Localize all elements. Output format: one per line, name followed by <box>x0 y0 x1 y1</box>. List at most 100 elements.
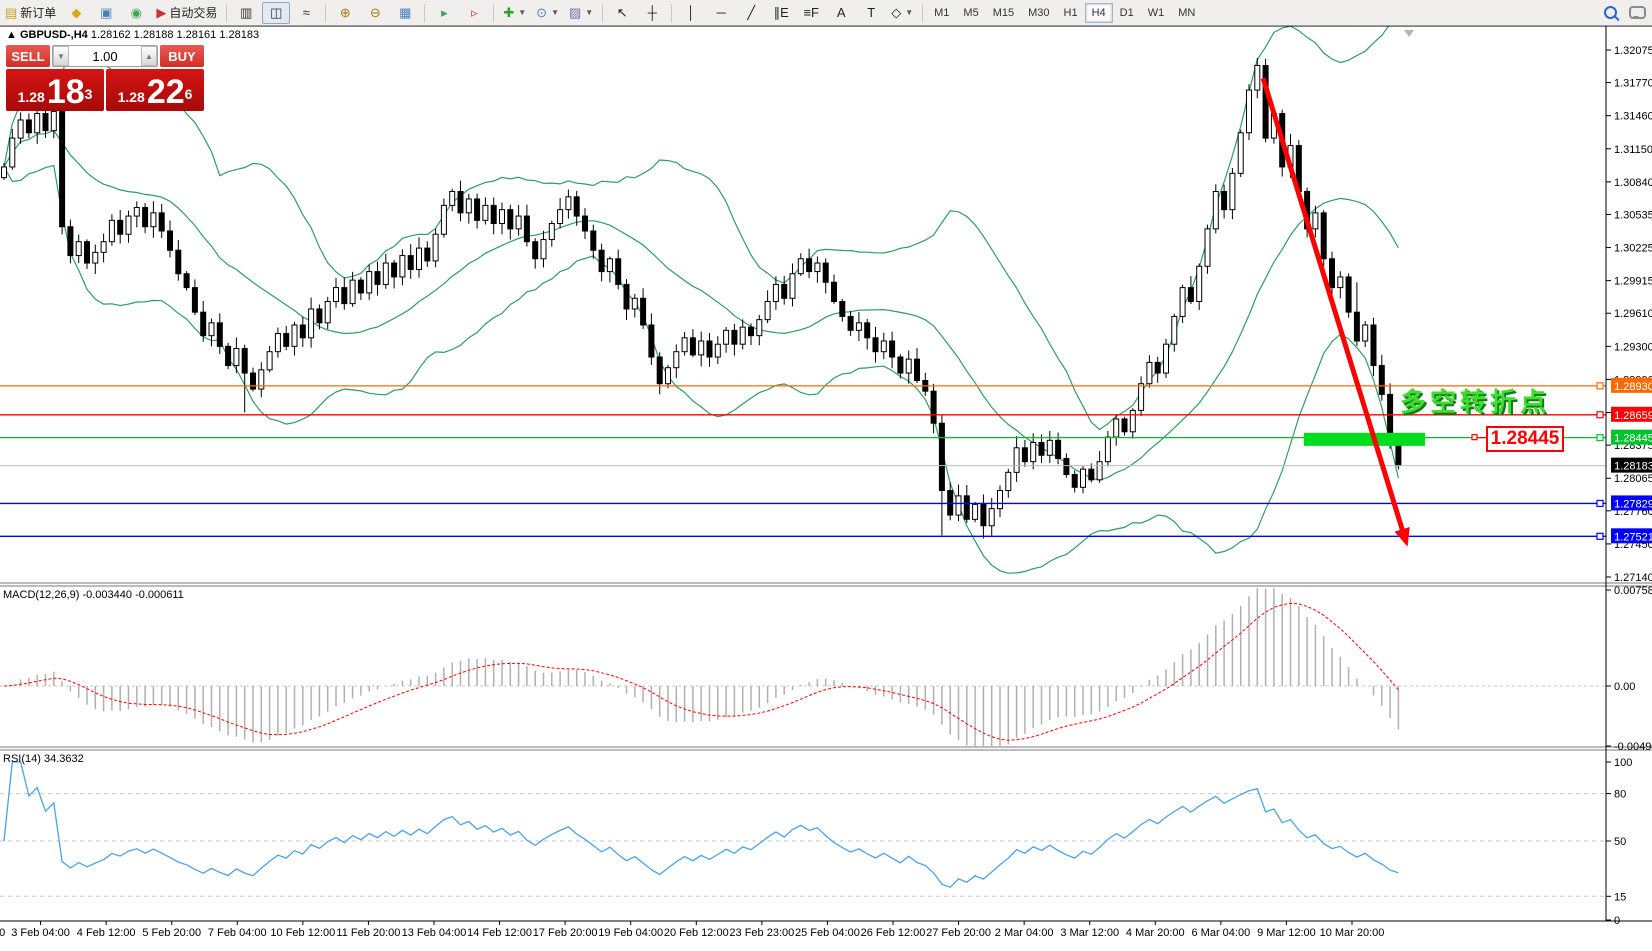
periods-button-dropdown-icon[interactable]: ▼ <box>551 8 559 17</box>
auto-scroll-button[interactable]: ▸ <box>430 2 458 24</box>
timeframe-m15-button[interactable]: M15 <box>986 3 1021 23</box>
indicators-button-dropdown-icon[interactable]: ▼ <box>518 8 526 17</box>
periods-button[interactable]: ⊙▼ <box>532 2 563 24</box>
gold-icon[interactable]: ◆ <box>62 2 90 24</box>
price-callout-box[interactable]: 1.28445 <box>1486 426 1564 452</box>
svg-text:4 Feb 12:00: 4 Feb 12:00 <box>77 927 136 939</box>
auto-trading-button-label: 自动交易 <box>169 4 217 21</box>
svg-text:0.007586: 0.007586 <box>1614 585 1652 597</box>
trendline-button[interactable]: ╱ <box>737 2 765 24</box>
svg-text:23 Feb 23:00: 23 Feb 23:00 <box>729 927 794 939</box>
chart-bars-icon: ▥ <box>240 6 252 19</box>
svg-text:17 Feb 20:00: 17 Feb 20:00 <box>533 927 598 939</box>
svg-text:50: 50 <box>1614 836 1626 848</box>
arrows-button[interactable]: ◇▼ <box>887 2 917 24</box>
svg-text:13 Feb 04:00: 13 Feb 04:00 <box>402 927 467 939</box>
periods-icon: ⊙ <box>536 6 547 19</box>
chart-canvas[interactable]: 1.320751.317701.314601.311501.308401.305… <box>0 0 1652 951</box>
volume-down-button[interactable]: ▼ <box>53 46 69 66</box>
svg-text:3 Mar 12:00: 3 Mar 12:00 <box>1060 927 1119 939</box>
timeframe-mn-button[interactable]: MN <box>1171 3 1202 23</box>
signal-icon[interactable]: ◉ <box>122 2 150 24</box>
templates-icon: ▨ <box>569 6 581 19</box>
hline-button[interactable]: ─ <box>707 2 735 24</box>
vline-button[interactable]: │ <box>677 2 705 24</box>
main-toolbar: ▤新订单◆▣◉▶自动交易▥◫≈⊕⊖▦▸▹✚▼⊙▼▨▼↖┼│─╱∥E≡FAT◇▼ … <box>0 0 1652 26</box>
collapse-arrow-icon[interactable]: ▲ <box>6 29 17 41</box>
timeframe-d1-button[interactable]: D1 <box>1113 3 1141 23</box>
toolbar-separator <box>325 4 326 22</box>
crosshair-button[interactable]: ┼ <box>638 2 666 24</box>
new-order-button[interactable]: ▤新订单 <box>1 2 60 24</box>
sell-price-prefix: 1.28 <box>18 87 45 108</box>
svg-text:1.27521: 1.27521 <box>1614 531 1652 543</box>
svg-text:1.30225: 1.30225 <box>1614 243 1652 255</box>
cursor-button[interactable]: ↖ <box>608 2 636 24</box>
macd-label: MACD(12,26,9) -0.003440 -0.000611 <box>3 589 184 601</box>
toolbar-separator <box>424 4 425 22</box>
svg-text:1.31460: 1.31460 <box>1614 111 1652 123</box>
tile-windows-button[interactable]: ▦ <box>391 2 419 24</box>
one-click-trade-panel: SELL ▼ ▲ BUY 1.28 18 3 1.28 22 6 <box>6 45 204 111</box>
chart-shift-button[interactable]: ▹ <box>460 2 488 24</box>
volume-up-button[interactable]: ▲ <box>141 46 157 66</box>
svg-text:30 Jan 2020: 30 Jan 2020 <box>0 927 5 939</box>
chart-bars-button[interactable]: ▥ <box>232 2 260 24</box>
svg-text:1.28930: 1.28930 <box>1614 381 1652 393</box>
zoom-out-button[interactable]: ⊖ <box>361 2 389 24</box>
channel-button[interactable]: ∥E <box>767 2 795 24</box>
timeframe-h4-button[interactable]: H4 <box>1085 3 1113 23</box>
buy-button[interactable]: BUY <box>160 45 204 67</box>
textlabel-button[interactable]: T <box>857 2 885 24</box>
timeframe-h1-button[interactable]: H1 <box>1057 3 1085 23</box>
sell-button[interactable]: SELL <box>6 45 50 67</box>
zoom-in-button[interactable]: ⊕ <box>331 2 359 24</box>
turning-point-annotation[interactable]: 多空转折点 <box>1400 382 1550 419</box>
new-order-button-label: 新订单 <box>20 4 56 21</box>
chart-candles-button[interactable]: ◫ <box>262 2 290 24</box>
sell-price-panel[interactable]: 1.28 18 3 <box>6 69 104 111</box>
hline-icon: ─ <box>717 6 726 19</box>
timeframe-m30-button[interactable]: M30 <box>1021 3 1056 23</box>
svg-text:1.29610: 1.29610 <box>1614 308 1652 320</box>
text-button[interactable]: A <box>827 2 855 24</box>
buy-price-big: 22 <box>147 77 185 108</box>
buy-price-sup: 6 <box>185 80 193 108</box>
axis-price-label: 1.27521 <box>1611 528 1652 543</box>
tile-windows-icon: ▦ <box>399 6 411 19</box>
svg-text:100: 100 <box>1614 757 1632 769</box>
terminal-icon[interactable]: ▣ <box>92 2 120 24</box>
svg-text:1.30535: 1.30535 <box>1614 209 1652 221</box>
highlight-rectangle[interactable] <box>1304 433 1425 446</box>
timeframe-m5-button[interactable]: M5 <box>956 3 985 23</box>
buy-price-prefix: 1.28 <box>118 87 145 108</box>
svg-text:1.28445: 1.28445 <box>1614 433 1652 445</box>
templates-button[interactable]: ▨▼ <box>565 2 597 24</box>
chart-shift-icon: ▹ <box>471 6 478 19</box>
auto-trading-icon: ▶ <box>156 6 166 19</box>
fibonacci-icon: ≡F <box>803 6 819 19</box>
axis-price-label: 1.28183 <box>1611 458 1652 473</box>
indicators-button[interactable]: ✚▼ <box>499 2 530 24</box>
zoom-in-icon: ⊕ <box>340 6 351 19</box>
svg-text:-0.004906: -0.004906 <box>1614 741 1652 753</box>
svg-text:80: 80 <box>1614 789 1626 801</box>
svg-text:14 Feb 12:00: 14 Feb 12:00 <box>467 927 532 939</box>
svg-text:6 Mar 04:00: 6 Mar 04:00 <box>1192 927 1251 939</box>
toolbar-separator <box>226 4 227 22</box>
timeframe-w1-button[interactable]: W1 <box>1141 3 1172 23</box>
search-icon[interactable] <box>1604 6 1617 19</box>
svg-text:1.31150: 1.31150 <box>1614 144 1652 156</box>
svg-text:10 Feb 12:00: 10 Feb 12:00 <box>270 927 335 939</box>
templates-button-dropdown-icon[interactable]: ▼ <box>585 8 593 17</box>
timeframe-m1-button[interactable]: M1 <box>927 3 956 23</box>
chat-icon[interactable] <box>1629 6 1646 19</box>
indicators-icon: ✚ <box>503 6 514 19</box>
buy-price-panel[interactable]: 1.28 22 6 <box>106 69 204 111</box>
arrows-button-dropdown-icon[interactable]: ▼ <box>905 8 913 17</box>
auto-trading-button[interactable]: ▶自动交易 <box>152 2 221 24</box>
volume-input[interactable] <box>69 46 141 66</box>
chart-line-button[interactable]: ≈ <box>292 2 320 24</box>
fibonacci-button[interactable]: ≡F <box>797 2 825 24</box>
svg-text:11 Feb 20:00: 11 Feb 20:00 <box>336 927 400 939</box>
